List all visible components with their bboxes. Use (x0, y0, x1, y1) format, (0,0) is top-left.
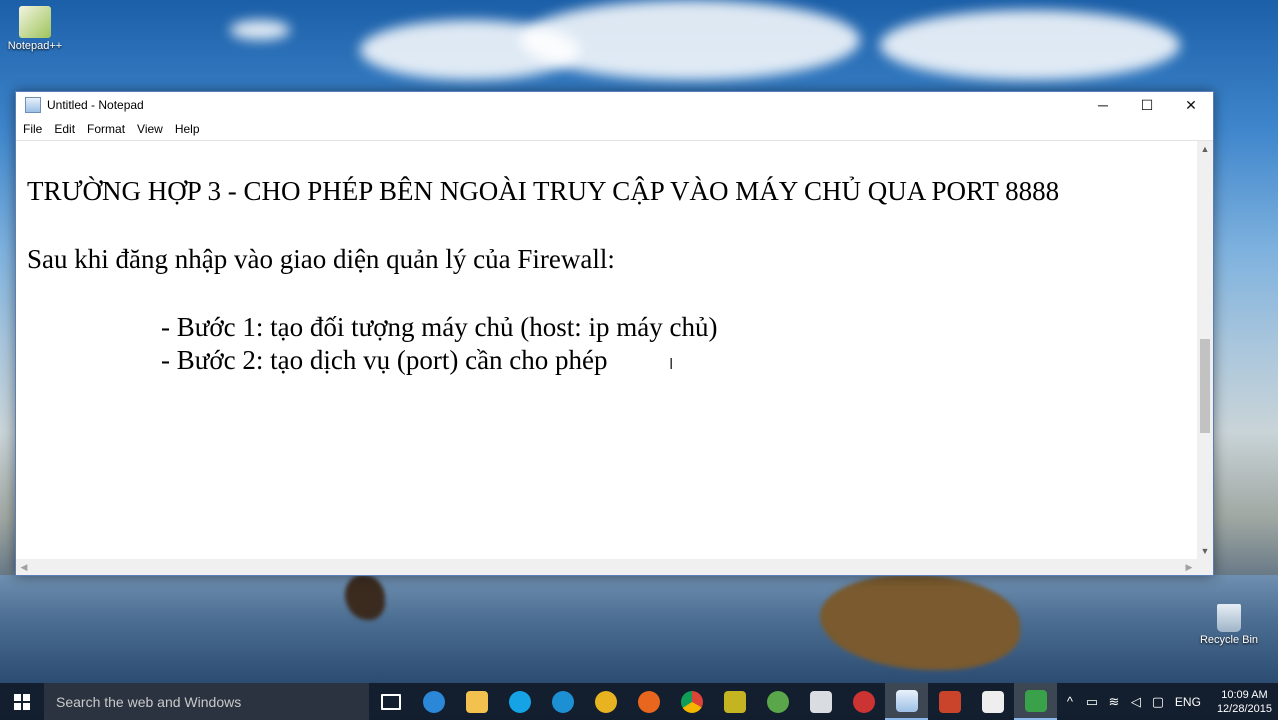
text-cursor-icon: I (669, 355, 674, 373)
taskbar-skype-2[interactable] (541, 683, 584, 720)
menu-edit[interactable]: Edit (49, 122, 82, 136)
wifi-icon[interactable]: ≋ (1103, 694, 1125, 710)
editor-line: - Bước 1: tạo đối tượng máy chủ (host: i… (161, 312, 718, 342)
globe-icon (766, 690, 789, 713)
desktop-icon-recycle-bin[interactable]: Recycle Bin (1194, 604, 1264, 646)
taskbar-app-yellow[interactable] (584, 683, 627, 720)
taskbar-camtasia-recorder[interactable] (1014, 683, 1057, 720)
taskbar-file-explorer[interactable] (455, 683, 498, 720)
horizontal-scrollbar[interactable]: ◀ ▶ (16, 559, 1197, 575)
scrollbar-corner (1197, 559, 1213, 575)
desktop-cloud (880, 10, 1180, 80)
taskbar-paint-app[interactable] (842, 683, 885, 720)
close-button[interactable]: ✕ (1169, 92, 1213, 118)
notepadpp-icon (19, 6, 51, 38)
edge-icon (422, 690, 445, 713)
battery-icon[interactable]: ▭ (1081, 694, 1103, 710)
paint-icon (852, 690, 875, 713)
menu-help[interactable]: Help (170, 122, 207, 136)
vertical-scrollbar[interactable]: ▲ ▼ (1197, 141, 1213, 559)
desktop-icon-notepadpp[interactable]: Notepad++ (0, 6, 70, 52)
clock-date: 12/28/2015 (1216, 702, 1272, 715)
start-button[interactable] (0, 683, 44, 720)
notepad-icon (895, 689, 918, 712)
app-icon (594, 690, 617, 713)
taskbar-firefox[interactable] (627, 683, 670, 720)
task-view-icon (380, 693, 401, 710)
desktop-cloud (230, 20, 290, 40)
taskbar-maps[interactable] (756, 683, 799, 720)
folder-icon (465, 690, 488, 713)
taskbar-camtasia[interactable] (971, 683, 1014, 720)
camtasia-icon (981, 690, 1004, 713)
desktop-icon-label: Recycle Bin (1199, 634, 1259, 646)
desktop-shore (0, 575, 1278, 683)
menu-bar: File Edit Format View Help (16, 118, 1213, 141)
editor-line: TRƯỜNG HỢP 3 - CHO PHÉP BÊN NGOÀI TRUY C… (27, 176, 1060, 206)
editor-line: Sau khi đăng nhập vào giao diện quản lý … (27, 244, 615, 274)
language-indicator[interactable]: ENG (1169, 695, 1207, 709)
system-tray: ^ ▭ ≋ ◁ ▢ ENG 10:09 AM 12/28/2015 (1059, 683, 1278, 720)
firefox-icon (637, 690, 660, 713)
camtasia-recorder-icon (1024, 689, 1047, 712)
desktop-cloud (520, 0, 860, 80)
taskbar: Search the web and Windows ^ ▭ ≋ ◁ ▢ ENG… (0, 683, 1278, 720)
search-box[interactable]: Search the web and Windows (44, 683, 369, 720)
maximize-button[interactable]: ☐ (1125, 92, 1169, 118)
scroll-left-icon[interactable]: ◀ (16, 559, 32, 575)
windows-logo-icon (14, 693, 30, 710)
desktop-icon-label: Notepad++ (7, 40, 63, 52)
task-view-button[interactable] (369, 683, 412, 720)
powerpoint-icon (938, 690, 961, 713)
editor-line: - Bước 2: tạo dịch vụ (port) cần cho phé… (161, 345, 608, 375)
taskbar-edge[interactable] (412, 683, 455, 720)
taskbar-powerpoint[interactable] (928, 683, 971, 720)
app-icon (723, 690, 746, 713)
notepad-window: Untitled - Notepad ─ ☐ ✕ File Edit Forma… (15, 91, 1214, 576)
notification-icon[interactable]: ▢ (1147, 694, 1169, 710)
taskbar-chrome[interactable] (670, 683, 713, 720)
notepad-icon (25, 97, 41, 113)
menu-view[interactable]: View (132, 122, 170, 136)
clock[interactable]: 10:09 AM 12/28/2015 (1207, 688, 1278, 716)
scroll-right-icon[interactable]: ▶ (1181, 559, 1197, 575)
skype-icon (508, 690, 531, 713)
font-icon (809, 690, 832, 713)
chevron-up-icon[interactable]: ^ (1059, 694, 1081, 709)
minimize-button[interactable]: ─ (1081, 92, 1125, 118)
clock-time: 10:09 AM (1221, 688, 1268, 701)
menu-file[interactable]: File (18, 122, 49, 136)
menu-format[interactable]: Format (82, 122, 132, 136)
taskbar-font-app[interactable] (799, 683, 842, 720)
taskbar-skype[interactable] (498, 683, 541, 720)
text-editor[interactable]: TRƯỜNG HỢP 3 - CHO PHÉP BÊN NGOÀI TRUY C… (16, 141, 1197, 559)
window-title: Untitled - Notepad (47, 98, 144, 112)
title-bar[interactable]: Untitled - Notepad ─ ☐ ✕ (16, 92, 1213, 118)
volume-icon[interactable]: ◁ (1125, 694, 1147, 710)
taskbar-notepad[interactable] (885, 683, 928, 720)
scroll-down-icon[interactable]: ▼ (1197, 543, 1213, 559)
taskbar-app-green[interactable] (713, 683, 756, 720)
skype-icon (551, 690, 574, 713)
recycle-bin-icon (1217, 604, 1241, 632)
chrome-icon (680, 690, 703, 713)
scroll-up-icon[interactable]: ▲ (1197, 141, 1213, 157)
scroll-thumb[interactable] (1200, 339, 1210, 433)
